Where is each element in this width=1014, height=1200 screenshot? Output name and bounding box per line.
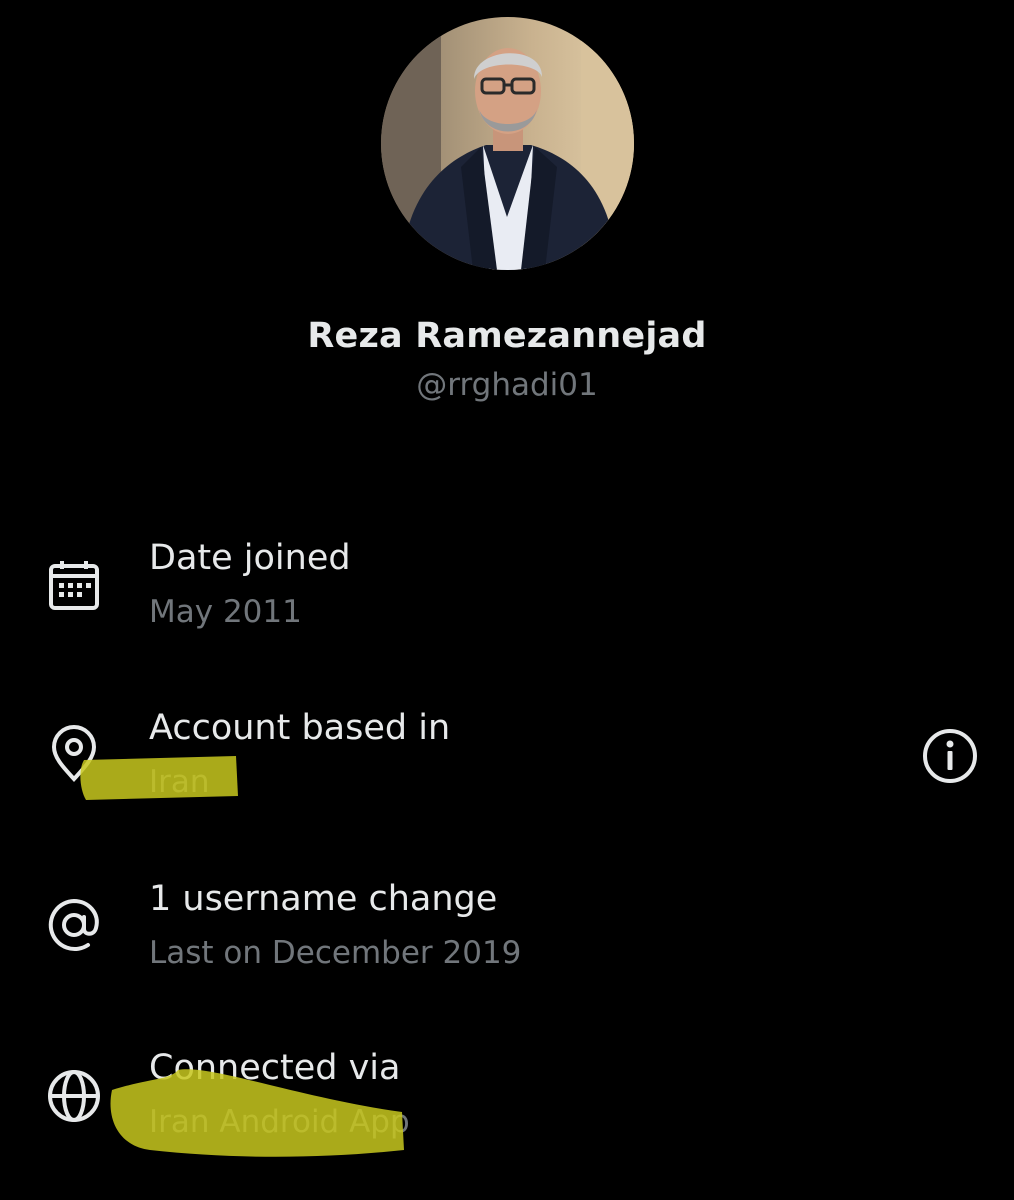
info-icon[interactable] bbox=[919, 725, 981, 787]
connected-via-value: Iran Android App bbox=[149, 1104, 410, 1140]
connected-via-row: Connected via Iran Android App bbox=[0, 1048, 1014, 1158]
date-joined-value: May 2011 bbox=[149, 594, 302, 630]
account-based-in-value: Iran bbox=[149, 764, 210, 800]
globe-icon bbox=[44, 1066, 104, 1126]
calendar-icon bbox=[44, 556, 104, 616]
at-sign-icon bbox=[44, 895, 104, 955]
location-pin-icon bbox=[44, 724, 104, 784]
connected-via-label: Connected via bbox=[149, 1048, 401, 1088]
account-based-in-label: Account based in bbox=[149, 708, 451, 748]
date-joined-row: Date joined May 2011 bbox=[0, 538, 1014, 648]
username-change-label: 1 username change bbox=[149, 879, 498, 919]
username-change-value: Last on December 2019 bbox=[149, 935, 522, 971]
account-based-in-row: Account based in Iran bbox=[0, 708, 1014, 818]
date-joined-label: Date joined bbox=[149, 538, 351, 578]
profile-name: Reza Ramezannejad bbox=[307, 316, 707, 356]
profile-handle: @rrghadi01 bbox=[416, 367, 598, 403]
avatar[interactable] bbox=[381, 17, 634, 270]
username-change-row: 1 username change Last on December 2019 bbox=[0, 879, 1014, 989]
